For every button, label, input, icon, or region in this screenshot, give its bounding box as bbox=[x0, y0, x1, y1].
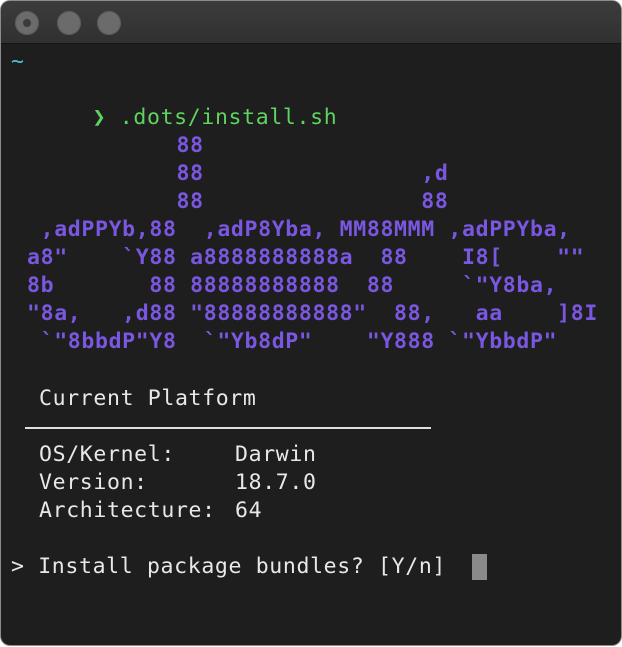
ascii-art-line: 88 bbox=[27, 133, 204, 158]
install-prompt: > Install package bundles? [Y/n] bbox=[11, 554, 460, 579]
ascii-art-line: 8b 88 88888888888 88 `"Y8ba, bbox=[27, 273, 558, 298]
ascii-art-line: ,adPPYb,88 ,adP8Yba, MM88MMM ,adPPYba, bbox=[27, 217, 571, 242]
ascii-art-line: `"8bbdP"Y8 `"Yb8dP" "Y888 `"YbbdP" bbox=[27, 329, 558, 354]
ascii-art-line: 88 88 bbox=[27, 189, 449, 214]
platform-row-arch-value: 64 bbox=[235, 498, 263, 523]
ascii-art-line: "8a, ,d88 "88888888888" 88, aa ]8I bbox=[27, 301, 598, 326]
maximize-button[interactable] bbox=[97, 11, 121, 35]
platform-heading: Current Platform bbox=[39, 386, 257, 411]
platform-row-version-label: Version: bbox=[39, 470, 148, 495]
platform-row-arch-label: Architecture: bbox=[39, 498, 216, 523]
command-text: .dots/install.sh bbox=[119, 105, 338, 130]
cwd-indicator: ~ bbox=[11, 49, 25, 74]
ascii-art-line: 88 ,d bbox=[27, 161, 449, 186]
platform-row-os-value: Darwin bbox=[235, 442, 317, 467]
minimize-button[interactable] bbox=[57, 11, 81, 35]
close-button[interactable] bbox=[15, 11, 39, 35]
heading-divider bbox=[25, 427, 431, 429]
terminal-window: ~ ❯ .dots/install.sh 88 88 ,d 88 88 ,adP… bbox=[1, 1, 621, 645]
command-line: ❯ .dots/install.sh bbox=[11, 76, 337, 130]
text-cursor[interactable] bbox=[472, 554, 487, 580]
platform-row-version-value: 18.7.0 bbox=[235, 470, 317, 495]
prompt-chevron-icon: ❯ bbox=[92, 105, 107, 130]
ascii-art-line: a8" `Y88 a8888888888a 88 I8[ "" bbox=[27, 245, 585, 270]
title-bar bbox=[1, 1, 621, 44]
terminal-output[interactable]: ~ ❯ .dots/install.sh 88 88 ,d 88 88 ,adP… bbox=[1, 44, 621, 645]
platform-row-os-label: OS/Kernel: bbox=[39, 442, 175, 467]
